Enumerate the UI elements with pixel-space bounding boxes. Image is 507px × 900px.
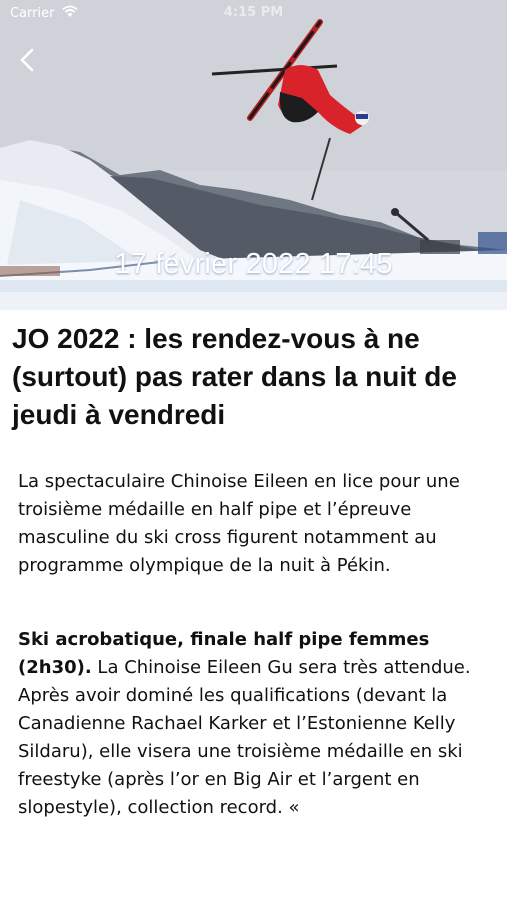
article-content: JO 2022 : les rendez-vous à ne (surtout)… xyxy=(12,320,493,822)
article-date: 17 février 2022 17:45 xyxy=(114,248,393,280)
status-bar: Carrier 4:15 PM xyxy=(0,0,507,28)
back-button[interactable] xyxy=(14,44,44,76)
status-time: 4:15 PM xyxy=(223,5,284,20)
hero-image: Carrier 4:15 PM 17 février 2022 17:45 xyxy=(0,0,507,310)
section-body: La Chinoise Eileen Gu sera très attendue… xyxy=(18,657,471,818)
article-section: Ski acrobatique, finale half pipe femmes… xyxy=(18,626,493,822)
article-title: JO 2022 : les rendez-vous à ne (surtout)… xyxy=(12,323,457,430)
article-lead: La spectaculaire Chinoise Eileen en lice… xyxy=(18,471,460,576)
chevron-left-icon xyxy=(20,48,34,72)
